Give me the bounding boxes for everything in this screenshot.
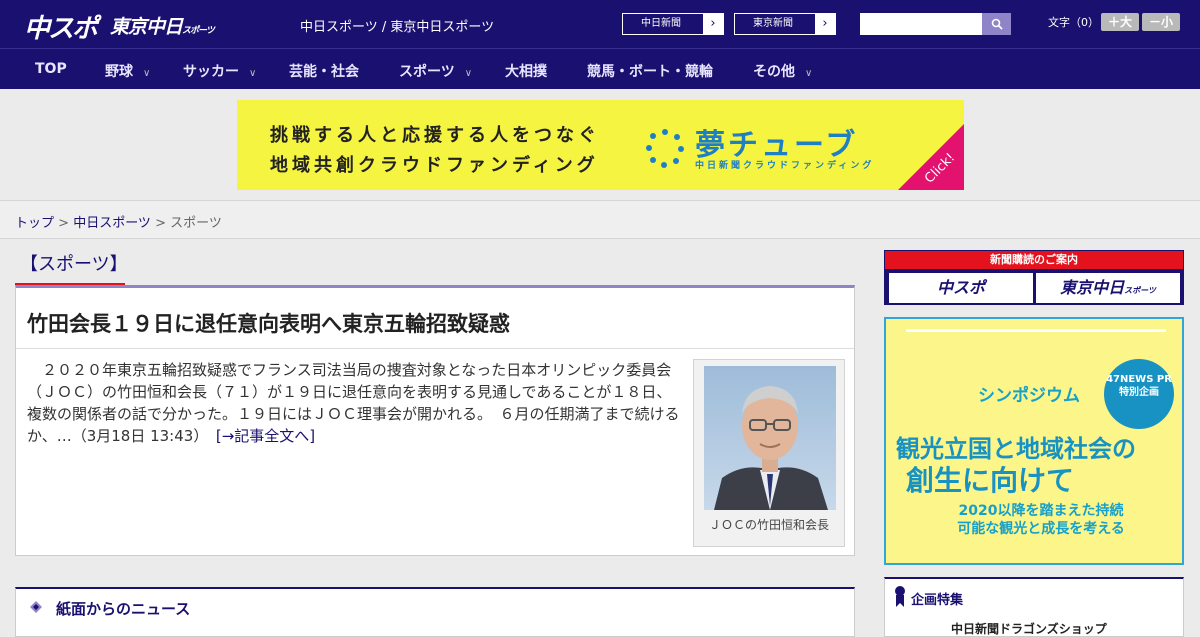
breadcrumb-sep: > [54, 216, 74, 231]
breadcrumb-top[interactable]: トップ [15, 216, 54, 231]
tokyo-link-button[interactable]: 東京新聞 › [734, 13, 836, 35]
photo-caption: ＪＯＣの竹田恒和会長 [708, 518, 829, 532]
nav-label: TOP [35, 61, 67, 77]
ad-headline2: 創生に向けて [906, 464, 1075, 497]
tokyo-chunichi-logo[interactable]: 東京中日スポーツ [110, 12, 215, 39]
tokyo-link-label: 東京新聞 [753, 18, 793, 29]
ad-symposium-label: シンポジウム [978, 386, 1080, 406]
nav-label: スポーツ [399, 64, 455, 80]
chevron-right-icon: › [703, 14, 723, 34]
chevron-right-icon: › [815, 14, 835, 34]
subscribe-tokyo-small: スポーツ [1124, 286, 1156, 295]
portrait-image [704, 366, 836, 510]
nav-item-soccer[interactable]: サッカー ∨ [183, 61, 256, 81]
chunichi-link-label: 中日新聞 [641, 18, 681, 29]
banner-line2: 地域共創クラウドファンディング [270, 155, 599, 176]
nav-item-other[interactable]: その他 ∨ [753, 61, 812, 81]
special-features-title: 企画特集 [911, 593, 964, 608]
nav-item-baseball[interactable]: 野球 ∨ [105, 61, 150, 81]
nav-label: サッカー [183, 64, 239, 80]
search-icon [991, 18, 1003, 30]
breadcrumb-parent[interactable]: 中日スポーツ [73, 216, 151, 231]
article-card: 竹田会長１９日に退任意向表明へ東京五輪招致疑惑 ２０２０年東京五輪招致疑惑でフラ… [15, 285, 855, 556]
article-photo[interactable]: ＪＯＣの竹田恒和会長 [693, 359, 845, 547]
ribbon-icon [895, 586, 905, 607]
subscription-header: 新聞購読のご案内 [885, 251, 1183, 269]
read-more-link[interactable]: [→記事全文へ] [216, 427, 315, 445]
banner-line1: 挑戦する人と応援する人をつなぐ [270, 125, 600, 146]
nav-label: 大相撲 [505, 64, 547, 80]
subscribe-tokyo-label: 東京中日 [1060, 278, 1125, 297]
breadcrumb-sep: > [150, 216, 171, 231]
special-features-box: 企画特集 中日新聞ドラゴンズショップ [884, 577, 1184, 637]
article-body: ２０２０年東京五輪招致疑惑でフランス司法当局の捜査対象となった日本オリンピック委… [27, 359, 684, 447]
ad-subtext: 2020以降を踏まえた持続可能な観光と成長を考える [957, 503, 1125, 537]
breadcrumb-current: スポーツ [170, 216, 222, 231]
chevron-down-icon: ∨ [805, 68, 813, 79]
nav-item-racing[interactable]: 競馬・ボート・競輪 [587, 61, 713, 81]
nav-label: 野球 [105, 64, 133, 80]
divider [16, 348, 854, 349]
subscribe-tokyo-button[interactable]: 東京中日スポーツ [1036, 273, 1180, 303]
article-body-text: ２０２０年東京五輪招致疑惑でフランス司法当局の捜査対象となった日本オリンピック委… [27, 361, 680, 445]
nav-label: 芸能・社会 [289, 64, 359, 80]
nav-item-sports[interactable]: スポーツ ∨ [399, 61, 472, 81]
subscription-box: 新聞購読のご案内 中スポ 東京中日スポーツ [884, 250, 1184, 305]
dots-logo-icon [646, 129, 684, 168]
nav-label: 競馬・ボート・競輪 [587, 64, 713, 80]
subscribe-chuspo-button[interactable]: 中スポ [889, 273, 1033, 303]
search-button[interactable] [982, 13, 1011, 35]
pr-badge: 47NEWS PR 特別企画 [1104, 359, 1174, 429]
main-nav: TOP 野球 ∨ サッカー ∨ 芸能・社会 スポーツ ∨ 大相撲 競馬・ボート・競輪 … [0, 48, 1200, 89]
newspaper-icon [30, 601, 42, 613]
nav-item-top[interactable]: TOP [35, 61, 67, 77]
search-input[interactable] [860, 13, 982, 35]
breadcrumb: トップ > 中日スポーツ > スポーツ [15, 212, 222, 231]
font-size-label: 文字（0） [1048, 16, 1099, 29]
crowdfunding-banner[interactable]: 挑戦する人と応援する人をつなぐ 地域共創クラウドファンディング 夢チューブ 中日… [237, 100, 964, 190]
site-links[interactable]: 中日スポーツ / 東京中日スポーツ [300, 16, 494, 35]
top-header: 中スポ 東京中日スポーツ 中日スポーツ / 東京中日スポーツ 中日新聞 › 東京… [0, 0, 1200, 48]
font-larger-button[interactable]: ＋大 [1101, 13, 1139, 31]
tokyo-logo-small: スポーツ [182, 26, 215, 36]
nav-label: その他 [753, 64, 795, 80]
chuspo-logo[interactable]: 中スポ [24, 8, 98, 45]
banner-brand-sub: 中日新聞クラウドファンディング [695, 161, 875, 171]
article-title[interactable]: 竹田会長１９日に退任意向表明へ東京五輪招致疑惑 [27, 308, 510, 338]
breadcrumb-bar: トップ > 中日スポーツ > スポーツ [0, 200, 1200, 239]
portrait-illustration [714, 386, 828, 510]
tokyo-logo-text: 東京中日 [110, 16, 183, 38]
chunichi-link-button[interactable]: 中日新聞 › [622, 13, 724, 35]
nav-item-sumo[interactable]: 大相撲 [505, 61, 547, 81]
news-section-title: 紙面からのニュース [56, 600, 191, 618]
special-feature-item[interactable]: 中日新聞ドラゴンズショップ [951, 620, 1107, 637]
font-smaller-button[interactable]: －小 [1142, 13, 1180, 31]
chevron-down-icon: ∨ [464, 68, 473, 79]
symposium-ad[interactable]: 47NEWS PR 特別企画 シンポジウム 観光立国と地域社会の 創生に向けて … [884, 317, 1184, 565]
chevron-down-icon: ∨ [249, 68, 257, 79]
chevron-down-icon: ∨ [143, 68, 151, 79]
nav-item-entertainment[interactable]: 芸能・社会 [289, 61, 359, 81]
section-title: 【スポーツ】 [15, 250, 128, 286]
